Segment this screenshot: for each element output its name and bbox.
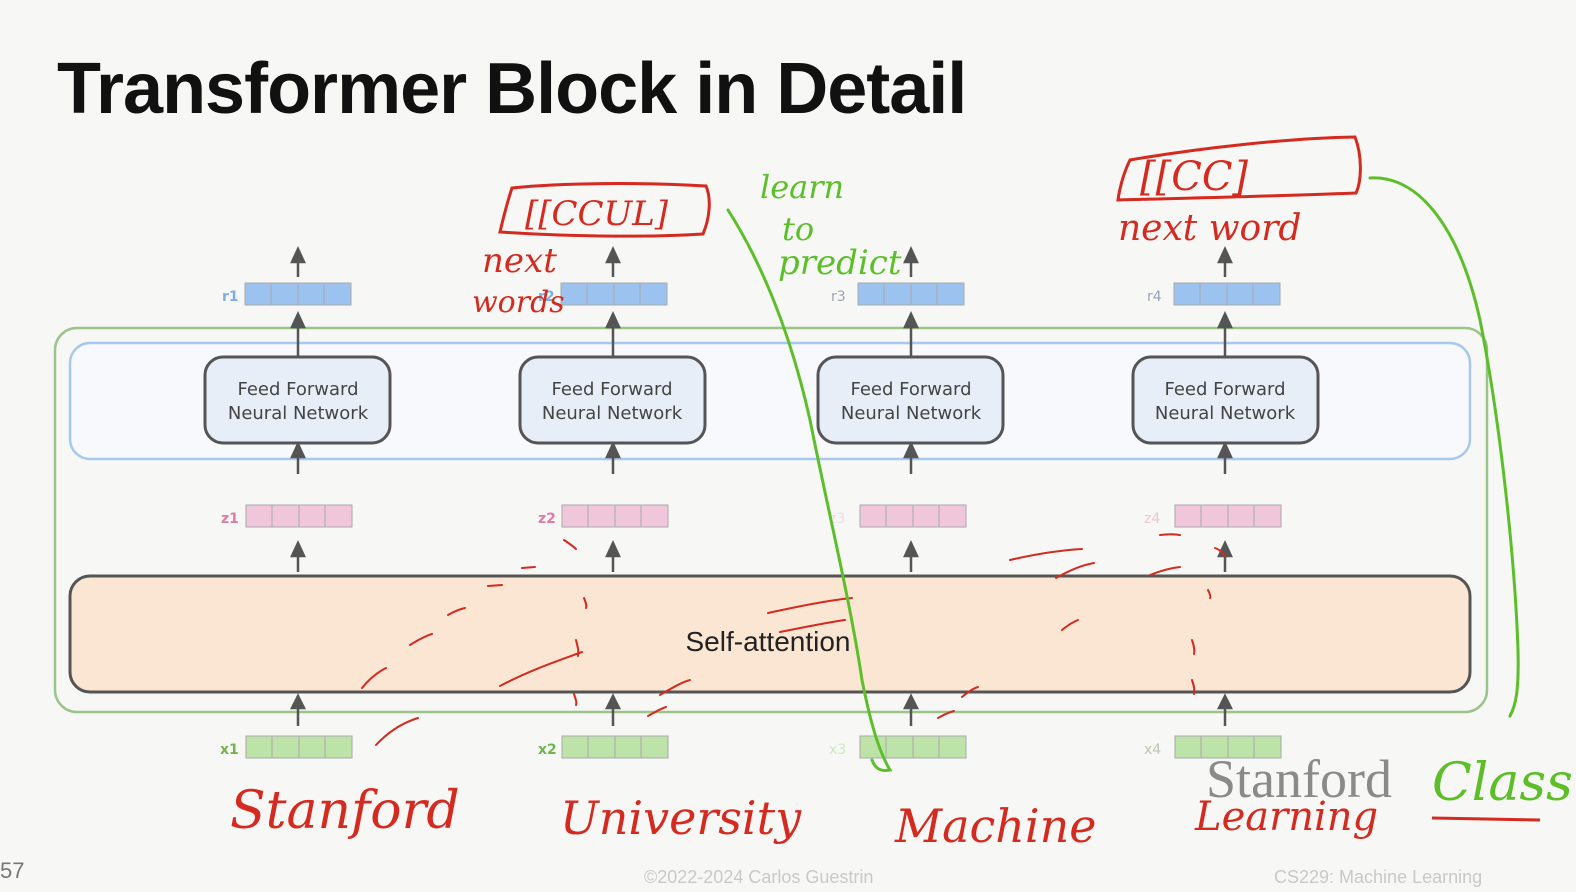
slide: Transformer Block in Detail Self-attenti… [0,0,1576,892]
x-vector [245,735,353,759]
r-label: r3 [831,289,846,305]
underline-stroke [1431,816,1541,822]
z-vector [859,504,967,528]
r-label: r4 [1147,289,1162,305]
x-vector [561,735,669,759]
handwritten-class: Class [1432,753,1573,813]
z-vector [1174,504,1282,528]
ffn-label-line1: Feed Forward [850,379,971,400]
r-vector [244,282,352,306]
r-label: r1 [222,289,239,305]
handwritten-brackets: [[CC] [1140,154,1248,200]
ffn-box [1131,355,1320,445]
handwritten-words: words [472,285,565,320]
self-attention-label: Self-attention [686,626,851,657]
page-number: 57 [0,858,25,883]
ffn-label-line1: Feed Forward [237,379,358,400]
z-label: z2 [538,511,556,527]
stanford-logo: Stanford [1206,749,1392,809]
handwritten-next-word: next word [1118,208,1301,249]
ffn-label-line1: Feed Forward [551,379,672,400]
word-machine: Machine [894,799,1096,853]
z-vector [561,504,669,528]
r-vector [857,282,965,306]
x-label: x1 [220,742,239,758]
x-label: x4 [1144,742,1161,758]
green-ink-annotations: learn to predict Class [726,168,1573,813]
handwritten-brackets: [[CCUL] [525,194,669,234]
r-vector [560,282,668,306]
ffn-box [518,355,707,445]
word-university: University [560,791,802,845]
handwritten-learn: learn [760,168,844,206]
z-label: z1 [221,511,239,527]
ffn-box [816,355,1005,445]
ffn-label-line1: Feed Forward [1164,379,1285,400]
ffn-label-line2: Neural Network [1155,403,1296,424]
handwritten-predict: predict [778,243,902,283]
z-vector [245,504,353,528]
x-label: x2 [538,742,557,758]
footer-copyright: ©2022-2024 Carlos Guestrin [644,867,874,887]
handwritten-next: next [482,241,557,281]
r-vector [1173,282,1281,306]
ffn-label-line2: Neural Network [542,403,683,424]
z-label: z4 [1144,511,1160,527]
ffn-label-line2: Neural Network [841,403,982,424]
ffn-box [203,355,392,445]
word-stanford: Stanford [230,781,460,841]
ffn-label-line2: Neural Network [228,403,369,424]
x-label: x3 [829,742,846,758]
footer-course: CS229: Machine Learning [1274,867,1483,887]
